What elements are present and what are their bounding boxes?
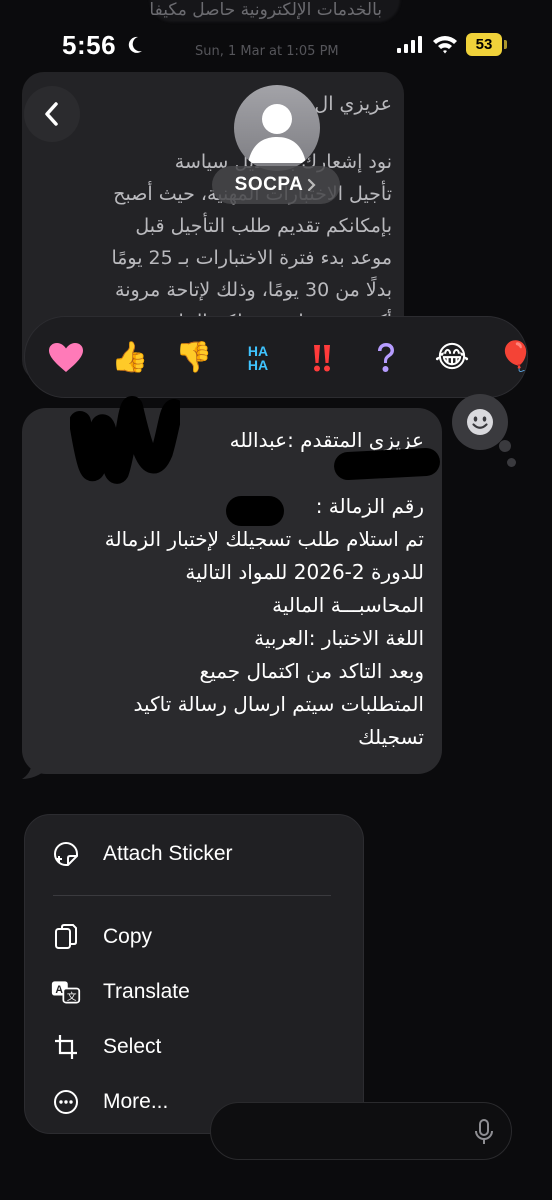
question-mark-icon xyxy=(378,343,394,372)
translate-icon: A 文 xyxy=(51,977,81,1007)
menu-item-select[interactable]: Select xyxy=(51,1025,351,1069)
previous-message-spacer xyxy=(32,120,392,146)
thumbs-down-icon: 👎 xyxy=(175,340,213,375)
menu-divider xyxy=(53,895,331,896)
reaction-haha[interactable]: HA HA xyxy=(237,337,279,379)
reaction-emphasize[interactable] xyxy=(301,337,343,379)
status-time: 5:56 xyxy=(62,30,117,60)
message-line: تسجيلك xyxy=(358,725,424,749)
previous-message-line: عزيزي ال xyxy=(314,93,392,115)
fellowship-label: رقم الزمالة : xyxy=(315,494,424,518)
redaction-name xyxy=(333,447,441,481)
menu-item-attach-sticker[interactable]: Attach Sticker xyxy=(51,832,351,876)
message-line: تم استلام طلب تسجيلك لإختبار الزمالة xyxy=(104,527,424,551)
reaction-question[interactable] xyxy=(365,337,407,379)
double-exclamation-icon xyxy=(314,345,330,372)
message-line-fellowship: رقم الزمالة :92 xyxy=(24,490,424,523)
sticker-icon xyxy=(51,839,81,869)
previous-message-line: موعد بدء فترة الاختبارات بـ 25 يومًا xyxy=(111,247,392,269)
battery-cap xyxy=(504,40,507,49)
chevron-left-icon xyxy=(45,102,58,126)
message-line: المحاسبـــة المالية xyxy=(272,593,424,617)
message-line: وبعد التاكد من اكتمال جميع xyxy=(199,659,424,683)
svg-text:A: A xyxy=(55,984,63,996)
back-button[interactable] xyxy=(24,86,80,142)
previous-message-line: بإمكانكم تقديم طلب التأجيل قبل xyxy=(135,215,392,237)
balloon-icon: 🎈 xyxy=(497,343,527,373)
chevron-right-icon xyxy=(308,178,316,192)
svg-text:文: 文 xyxy=(67,990,77,1003)
battery-indicator: 53 xyxy=(466,33,502,56)
redaction-number xyxy=(226,496,284,526)
haha-icon: HA HA xyxy=(247,343,269,373)
previous-message-line: بدلًا من 30 يومًا، وذلك لإتاحة مرونة xyxy=(115,279,392,301)
crop-icon xyxy=(51,1032,81,1062)
tapback-reaction-bar: 👍 👎 HAHA 😂 🎈 xyxy=(24,316,528,398)
reaction-heart[interactable] xyxy=(45,337,87,379)
menu-item-copy[interactable]: Copy xyxy=(51,915,351,959)
ellipsis-circle-icon xyxy=(51,1087,81,1117)
reaction-laughing[interactable]: 😂 xyxy=(431,337,473,379)
wifi-icon xyxy=(433,36,457,54)
contact-name: SOCPA xyxy=(234,174,304,195)
copy-icon xyxy=(51,922,81,952)
smiley-face-icon xyxy=(467,409,493,435)
menu-item-label: More... xyxy=(103,1090,169,1113)
reaction-thumbs-up[interactable]: 👍 xyxy=(109,337,151,379)
microphone-icon[interactable] xyxy=(474,1119,494,1145)
message-line: للدورة 2-2026 للمواد التالية xyxy=(185,560,424,584)
message-line: اللغة الاختبار :العربية xyxy=(254,626,424,650)
thumbs-up-icon: 👍 xyxy=(111,340,149,375)
contact-name-pill[interactable]: SOCPA xyxy=(212,166,340,204)
contact-avatar[interactable] xyxy=(234,85,320,171)
imessage-input-field[interactable] xyxy=(210,1102,512,1160)
moon-icon xyxy=(128,36,142,53)
menu-item-label: Translate xyxy=(103,980,190,1003)
laughing-face-icon: 😂 xyxy=(434,340,470,375)
previous-message-line: نود إشعارك بـ تعديل سياسة xyxy=(174,151,392,173)
redaction-scribble xyxy=(70,396,180,484)
add-emoji-reaction-button[interactable] xyxy=(452,394,508,450)
message-line: المتطلبات سيتم ارسال رسالة تاكيد xyxy=(133,692,424,716)
status-bar: 5:56 53 xyxy=(0,0,552,90)
menu-item-label: Copy xyxy=(103,925,153,948)
person-silhouette-icon xyxy=(248,104,306,163)
reaction-thumbs-down[interactable]: 👎 xyxy=(173,337,215,379)
cellular-signal-icon xyxy=(397,36,422,53)
message-context-menu: Attach Sticker Copy A 文 Translate Select… xyxy=(24,814,364,1134)
menu-item-translate[interactable]: A 文 Translate xyxy=(51,970,351,1014)
previous-message-text: عزيزي ال نود إشعارك بـ تعديل سياسة تأجيل… xyxy=(32,88,392,338)
emoji-bubble-dot xyxy=(507,458,516,467)
reaction-balloon[interactable]: 🎈 xyxy=(495,337,527,379)
menu-item-label: Select xyxy=(103,1035,162,1058)
emoji-bubble-dot xyxy=(499,440,511,452)
menu-item-label: Attach Sticker xyxy=(103,842,233,865)
heart-icon xyxy=(49,343,83,372)
